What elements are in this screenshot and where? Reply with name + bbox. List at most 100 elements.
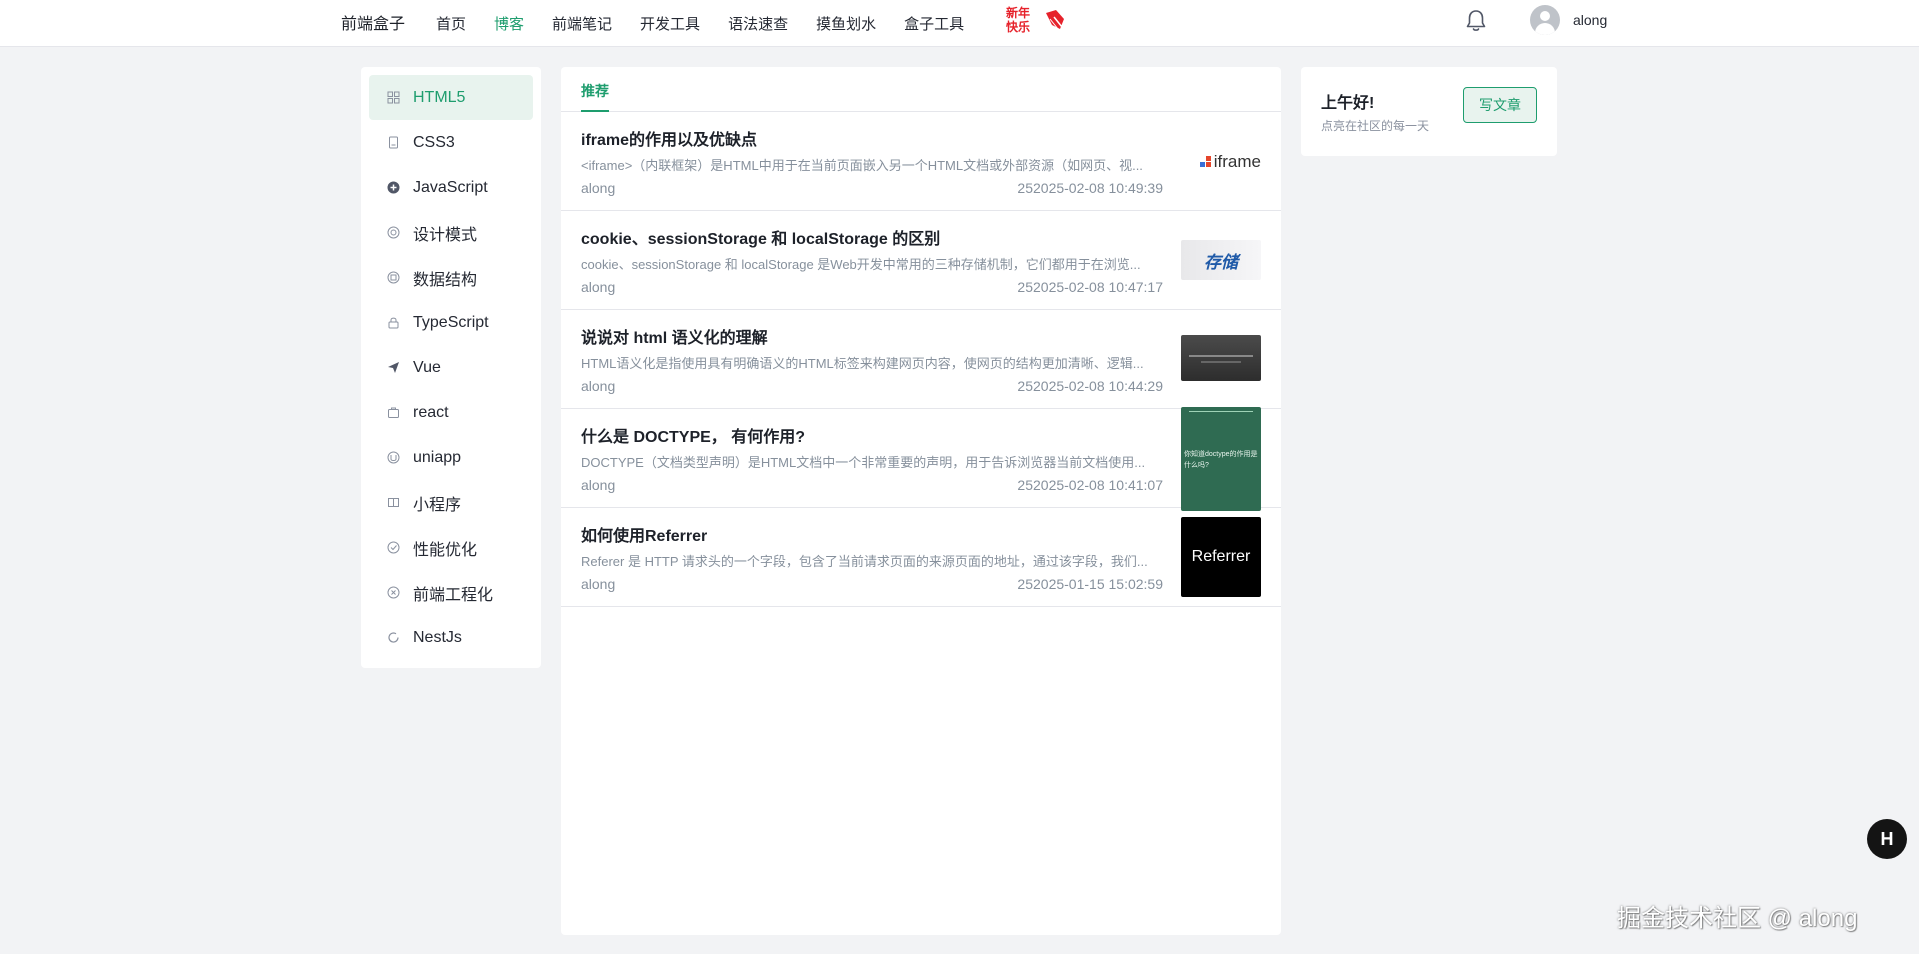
greeting-title: 上午好! [1321,95,1375,112]
article-time: 252025-01-15 15:02:59 [1017,576,1163,592]
article-thumbnail[interactable] [1181,335,1261,381]
article-title[interactable]: 什么是 DOCTYPE， 有何作用? [581,423,805,447]
article-thumbnail[interactable]: Referrer [1181,517,1261,597]
article-thumbnail[interactable]: 存储 [1181,240,1261,280]
sidebar-item-performance[interactable]: 性能优化 [369,525,533,570]
article-item[interactable]: 如何使用Referrer Referer 是 HTTP 请求头的一个字段，包含了… [561,508,1281,607]
file-icon [386,136,400,150]
sidebar-item-data-structures[interactable]: 数据结构 [369,255,533,300]
h-logo-icon: H [1880,828,1894,849]
sidebar-item-label: CSS3 [413,133,455,151]
lock-icon [386,316,400,330]
watermark: 掘金技术社区 @ along [1617,905,1858,932]
thumbnail-text: iframe [1213,152,1261,171]
sidebar-item-label: JavaScript [413,178,488,196]
nav-item-syntax[interactable]: 语法速查 [728,13,788,34]
user-menu[interactable]: along [1530,5,1607,35]
avatar[interactable] [1530,5,1560,35]
article-title[interactable]: iframe的作用以及优缺点 [581,126,757,150]
notification-bell-icon[interactable] [1463,8,1489,34]
nav-item-relax[interactable]: 摸鱼划水 [816,13,876,34]
sidebar-item-nestjs[interactable]: NestJs [369,615,533,660]
article-item[interactable]: cookie、sessionStorage 和 localStorage 的区别… [561,211,1281,310]
top-header: 前端盒子 首页 博客 前端笔记 开发工具 语法速查 摸鱼划水 盒子工具 新年快乐… [0,0,1919,47]
greeting-card: 上午好! 点亮在社区的每一天 写文章 [1301,67,1557,156]
sidebar-item-label: 设计模式 [413,226,478,244]
thumbnail-text: 你知道doctype的作用是什么吗? [1184,451,1258,469]
sidebar-item-design-patterns[interactable]: 设计模式 [369,210,533,255]
sidebar-item-label: Vue [413,358,441,376]
sidebar-item-label: 前端工程化 [413,586,494,604]
article-item[interactable]: 说说对 html 语义化的理解 HTML语义化是指使用具有明确语义的HTML标签… [561,310,1281,409]
article-feed: 推荐 iframe的作用以及优缺点 <iframe>（内联框架）是HTML中用于… [561,67,1281,935]
sidebar-item-label: 性能优化 [413,541,478,559]
article-thumbnail[interactable]: 你知道doctype的作用是什么吗? [1181,407,1261,511]
loop-icon [386,631,400,645]
article-thumbnail[interactable]: iframe [1181,142,1261,182]
sidebar-item-label: HTML5 [413,88,466,106]
mobile-icon [386,451,400,465]
article-time: 252025-02-08 10:49:39 [1017,180,1163,196]
settings-circle-icon [386,586,400,600]
grid-icon [386,91,400,105]
sidebar-item-html5[interactable]: HTML5 [369,75,533,120]
sidebar-item-label: NestJs [413,628,462,646]
article-desc: cookie、sessionStorage 和 localStorage 是We… [581,257,1141,272]
sidebar-item-react[interactable]: react [369,390,533,435]
thumbnail-text: 存储 [1204,252,1238,272]
sidebar-item-javascript[interactable]: JavaScript [369,165,533,210]
article-title[interactable]: cookie、sessionStorage 和 localStorage 的区别 [581,225,940,249]
greeting-subtitle: 点亮在社区的每一天 [1321,119,1430,133]
article-time: 252025-02-08 10:47:17 [1017,279,1163,295]
new-year-banner[interactable]: 新年快乐 [1004,5,1068,35]
sidebar-item-uniapp[interactable]: uniapp [369,435,533,480]
check-circle-icon [386,541,400,555]
layers-icon [386,271,400,285]
tab-recommended[interactable]: 推荐 [581,81,609,101]
article-author[interactable]: along [581,378,615,394]
article-desc: HTML语义化是指使用具有明确语义的HTML标签来构建网页内容，使网页的结构更加… [581,356,1144,371]
plus-circle-icon [386,181,400,195]
article-desc: Referer 是 HTTP 请求头的一个字段，包含了当前请求页面的来源页面的地… [581,554,1148,569]
article-author[interactable]: along [581,180,615,196]
nav-item-blog[interactable]: 博客 [494,13,524,34]
nav-item-notes[interactable]: 前端笔记 [552,13,612,34]
main-nav: 首页 博客 前端笔记 开发工具 语法速查 摸鱼划水 盒子工具 [436,0,992,47]
sidebar-item-typescript[interactable]: TypeScript [369,300,533,345]
floating-assistant-button[interactable]: H [1867,819,1907,859]
sidebar-item-engineering[interactable]: 前端工程化 [369,570,533,615]
article-desc: DOCTYPE（文档类型声明）是HTML文档中一个非常重要的声明，用于告诉浏览器… [581,455,1146,470]
nav-item-home[interactable]: 首页 [436,13,466,34]
feed-tabs: 推荐 [561,67,1281,112]
sidebar-item-label: react [413,403,449,421]
book-icon [386,496,400,510]
festival-text: 新年快乐 [1006,6,1031,34]
nav-item-dev-tools[interactable]: 开发工具 [640,13,700,34]
target-icon [386,226,400,240]
sidebar-item-css3[interactable]: CSS3 [369,120,533,165]
article-title[interactable]: 说说对 html 语义化的理解 [581,324,768,348]
article-author[interactable]: along [581,477,615,493]
article-time: 252025-02-08 10:41:07 [1017,477,1163,493]
nav-item-box-tools[interactable]: 盒子工具 [904,13,964,34]
user-name: along [1573,12,1608,28]
thumbnail-text: Referrer [1191,548,1251,565]
send-icon [386,361,400,375]
article-author[interactable]: along [581,279,615,295]
sidebar-item-label: 数据结构 [413,271,478,289]
iframe-logo-icon [1199,156,1211,167]
write-article-button[interactable]: 写文章 [1463,87,1537,123]
article-item[interactable]: iframe的作用以及优缺点 <iframe>（内联框架）是HTML中用于在当前… [561,112,1281,211]
sidebar-item-label: uniapp [413,448,462,466]
article-author[interactable]: along [581,576,615,592]
article-desc: <iframe>（内联框架）是HTML中用于在当前页面嵌入另一个HTML文档或外… [581,158,1143,173]
site-brand[interactable]: 前端盒子 [341,10,405,34]
firecracker-icon [1046,10,1064,30]
article-title[interactable]: 如何使用Referrer [581,522,707,546]
article-item[interactable]: 什么是 DOCTYPE， 有何作用? DOCTYPE（文档类型声明）是HTML文… [561,407,1281,511]
sidebar-item-mini-program[interactable]: 小程序 [369,480,533,525]
sidebar-item-label: 小程序 [413,496,462,514]
sidebar-item-vue[interactable]: Vue [369,345,533,390]
sidebar-item-label: TypeScript [413,313,489,331]
article-time: 252025-02-08 10:44:29 [1017,378,1163,394]
